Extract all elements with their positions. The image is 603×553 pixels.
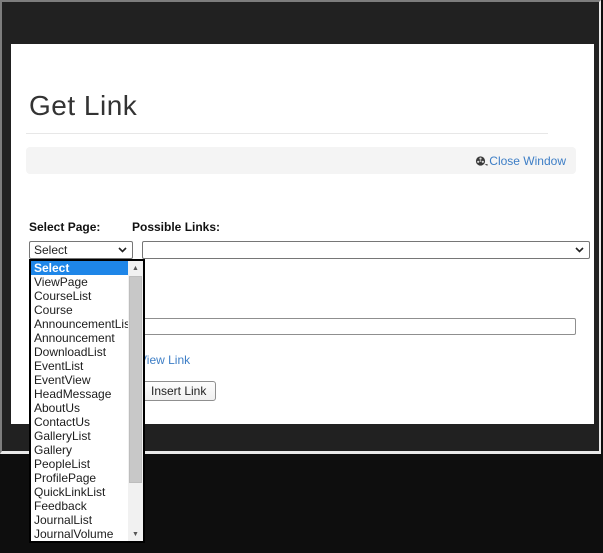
title-divider (26, 133, 548, 134)
select-page-label: Select Page: (29, 220, 100, 234)
dropdown-option[interactable]: HeadMessage (31, 387, 128, 401)
select-page-dropdown[interactable]: Select (29, 241, 133, 259)
chevron-down-icon (575, 247, 584, 253)
dropdown-options: SelectViewPageCourseListCourseAnnounceme… (31, 261, 128, 541)
dropdown-option[interactable]: QuickLinkList (31, 485, 128, 499)
toolbar: Close Window (26, 147, 576, 174)
dropdown-option[interactable]: CourseList (31, 289, 128, 303)
dropdown-option[interactable]: ProfilePage (31, 471, 128, 485)
dropdown-option[interactable]: Course (31, 303, 128, 317)
browser-frame: Get Link Close Window Select Page: (0, 0, 601, 454)
select-page-value: Select (34, 243, 67, 257)
close-window-icon (475, 155, 488, 167)
scroll-down-icon[interactable]: ▼ (128, 527, 143, 541)
dropdown-scrollbar[interactable]: ▲ ▼ (128, 261, 143, 541)
dropdown-option[interactable]: DownloadList (31, 345, 128, 359)
dropdown-option[interactable]: PeopleList (31, 457, 128, 471)
dropdown-option[interactable]: Announcement (31, 331, 128, 345)
chevron-down-icon (118, 247, 127, 253)
dropdown-option[interactable]: JournalVolume (31, 527, 128, 541)
close-window-label: Close Window (489, 154, 566, 168)
dropdown-option[interactable]: Select (31, 261, 128, 275)
dropdown-option[interactable]: AnnouncementList (31, 317, 128, 331)
possible-links-dropdown[interactable] (142, 241, 590, 259)
select-page-open-list: SelectViewPageCourseListCourseAnnounceme… (29, 259, 145, 543)
dropdown-option[interactable]: GalleryList (31, 429, 128, 443)
dropdown-option[interactable]: EventList (31, 359, 128, 373)
dropdown-option[interactable]: ContactUs (31, 415, 128, 429)
dropdown-option[interactable]: EventView (31, 373, 128, 387)
close-window-link[interactable]: Close Window (475, 154, 566, 168)
dropdown-option[interactable]: AboutUs (31, 401, 128, 415)
page-title: Get Link (29, 90, 137, 122)
scrollbar-thumb[interactable] (129, 276, 142, 483)
dropdown-option[interactable]: Gallery (31, 443, 128, 457)
view-link[interactable]: View Link (139, 353, 190, 367)
dropdown-option[interactable]: Feedback (31, 499, 128, 513)
dropdown-option[interactable]: ViewPage (31, 275, 128, 289)
insert-link-button[interactable]: Insert Link (141, 381, 216, 401)
possible-links-label: Possible Links: (132, 220, 220, 234)
scroll-up-icon[interactable]: ▲ (128, 261, 143, 275)
dropdown-option[interactable]: JournalList (31, 513, 128, 527)
